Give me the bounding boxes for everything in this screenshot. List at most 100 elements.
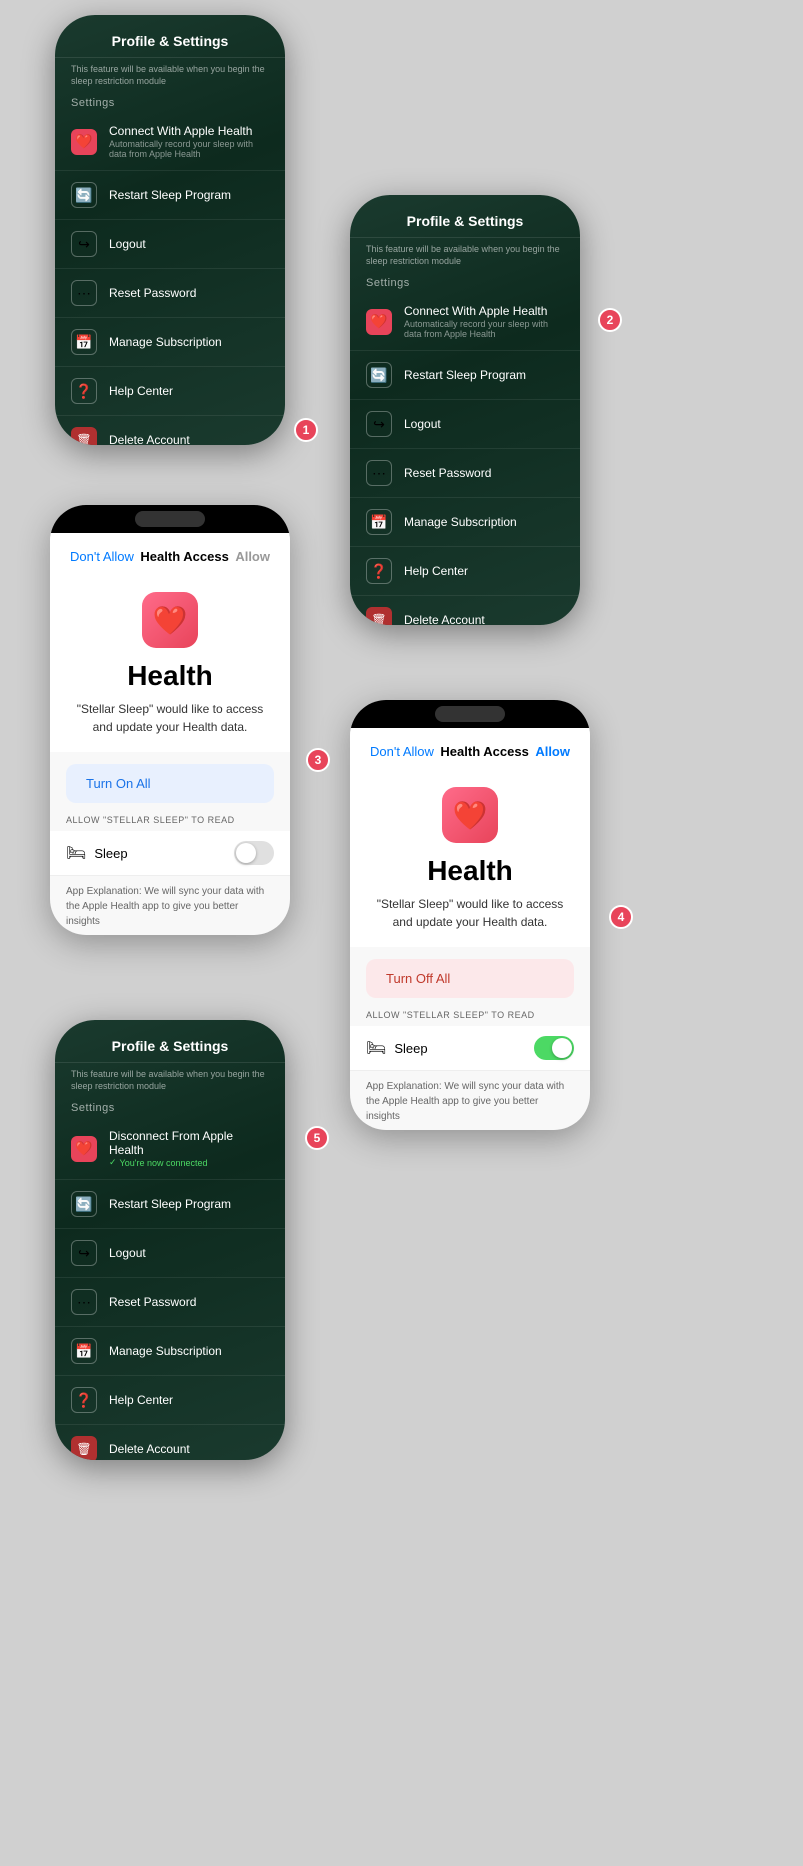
phone1-health-label: Connect With Apple Health <box>109 124 269 138</box>
phone1-health-icon: ❤️ <box>71 129 97 155</box>
modal2-title: Health Access <box>440 744 528 759</box>
phone3-settings-label: Settings <box>55 1092 285 1118</box>
phone2-logout-item[interactable]: ↪ Logout <box>350 400 580 449</box>
phone2-password-item[interactable]: ⋯ Reset Password <box>350 449 580 498</box>
modal1-turn-on-btn[interactable]: Turn On All <box>66 764 274 803</box>
modal1-title: Health Access <box>140 549 228 564</box>
modal2-turn-off-btn[interactable]: Turn Off All <box>366 959 574 998</box>
checkmark-icon: ✓ <box>109 1157 117 1168</box>
modal1-heart-section: ❤️ Health "Stellar Sleep" would like to … <box>50 572 290 752</box>
phone2-hint: This feature will be available when you … <box>350 238 580 267</box>
phone2-settings-label: Settings <box>350 267 580 293</box>
modal1-sleep-label: Sleep <box>94 846 127 861</box>
phone1-health-item[interactable]: ❤️ Connect With Apple Health Automatical… <box>55 113 285 171</box>
phone3-logout-item[interactable]: ↪ Logout <box>55 1229 285 1278</box>
phone3-delete-label: Delete Account <box>109 1442 190 1456</box>
health-modal-2: Don't Allow Health Access Allow ❤️ Healt… <box>350 700 590 1130</box>
phone1-delete-icon: 🗑 <box>71 427 97 445</box>
phone1-password-label: Reset Password <box>109 286 196 300</box>
phone1-health-sub: Automatically record your sleep with dat… <box>109 139 269 159</box>
phone3-delete-icon: 🗑 <box>71 1436 97 1460</box>
phone3-health-label: Disconnect From Apple Health <box>109 1129 269 1157</box>
phone3-logout-icon: ↪ <box>71 1240 97 1266</box>
phone3-password-label: Reset Password <box>109 1295 196 1309</box>
modal2-toggle-left: 🛏 Sleep <box>366 1038 428 1058</box>
phone3-password-icon: ⋯ <box>71 1289 97 1315</box>
modal2-dont-allow[interactable]: Don't Allow <box>370 744 434 759</box>
phone1-logout-icon: ↪ <box>71 231 97 257</box>
sleep-toggle-icon-2: 🛏 <box>366 1038 386 1058</box>
phone2-health-icon: ❤️ <box>366 309 392 335</box>
phone1-restart-label: Restart Sleep Program <box>109 188 231 202</box>
modal2-exp1: App Explanation: We will sync your data … <box>366 1079 574 1124</box>
annotation-circle-4: 4 <box>609 905 633 929</box>
phone2-password-label: Reset Password <box>404 466 491 480</box>
modal1-toggle-knob <box>236 843 256 863</box>
modal1-sleep-toggle-row: 🛏 Sleep <box>50 831 290 876</box>
phone2-restart-item[interactable]: 🔄 Restart Sleep Program <box>350 351 580 400</box>
phone1-logout-item[interactable]: ↪ Logout <box>55 220 285 269</box>
phone2-help-label: Help Center <box>404 564 468 578</box>
phone3-delete-item[interactable]: 🗑 Delete Account <box>55 1425 285 1460</box>
modal2-sleep-label: Sleep <box>394 1041 427 1056</box>
phone3-help-item[interactable]: ❓ Help Center <box>55 1376 285 1425</box>
modal2-heart-section: ❤️ Health "Stellar Sleep" would like to … <box>350 767 590 947</box>
phone3-help-label: Help Center <box>109 1393 173 1407</box>
modal1-dont-allow[interactable]: Don't Allow <box>70 549 134 564</box>
phone1-delete-label: Delete Account <box>109 433 190 445</box>
modal1-explanation: App Explanation: We will sync your data … <box>50 876 290 935</box>
phone1-subscription-item[interactable]: 📅 Manage Subscription <box>55 318 285 367</box>
phone3-connected-badge: ✓ You're now connected <box>109 1157 269 1168</box>
modal1-top-bar: Don't Allow Health Access Allow <box>50 533 290 572</box>
phone2-subscription-label: Manage Subscription <box>404 515 517 529</box>
phone1-restart-icon: 🔄 <box>71 182 97 208</box>
phone1-delete-item[interactable]: 🗑 Delete Account <box>55 416 285 445</box>
modal2-sleep-toggle[interactable] <box>534 1036 574 1060</box>
phone3-health-item[interactable]: ❤️ Disconnect From Apple Health ✓ You're… <box>55 1118 285 1180</box>
phone1-password-item[interactable]: ⋯ Reset Password <box>55 269 285 318</box>
phone3-restart-item[interactable]: 🔄 Restart Sleep Program <box>55 1180 285 1229</box>
phone3-subscription-icon: 📅 <box>71 1338 97 1364</box>
modal2-explanation: App Explanation: We will sync your data … <box>350 1071 590 1130</box>
modal2-subtitle: "Stellar Sleep" would like to access and… <box>350 887 590 931</box>
phone1-subscription-icon: 📅 <box>71 329 97 355</box>
phone2-delete-label: Delete Account <box>404 613 485 625</box>
phone2-health-label: Connect With Apple Health <box>404 304 564 318</box>
modal2-heart-icon: ❤️ <box>442 787 498 843</box>
phone1-title: Profile & Settings <box>55 15 285 58</box>
phone2-delete-icon: 🗑 <box>366 607 392 625</box>
phone3-subscription-item[interactable]: 📅 Manage Subscription <box>55 1327 285 1376</box>
phone1-restart-item[interactable]: 🔄 Restart Sleep Program <box>55 171 285 220</box>
phone2-restart-icon: 🔄 <box>366 362 392 388</box>
modal2-allow[interactable]: Allow <box>535 744 570 759</box>
modal2-toggle-knob <box>552 1038 572 1058</box>
phone2-health-item[interactable]: ❤️ Connect With Apple Health Automatical… <box>350 293 580 351</box>
annotation-circle-2: 2 <box>598 308 622 332</box>
phone3-hint: This feature will be available when you … <box>55 1063 285 1092</box>
modal1-allow[interactable]: Allow <box>235 549 270 564</box>
phone2-help-item[interactable]: ❓ Help Center <box>350 547 580 596</box>
phone3-logout-label: Logout <box>109 1246 146 1260</box>
modal1-exp1: App Explanation: We will sync your data … <box>66 884 274 929</box>
phone3-health-icon: ❤️ <box>71 1136 97 1162</box>
phone2-restart-label: Restart Sleep Program <box>404 368 526 382</box>
modal2-health-title: Health <box>427 855 513 887</box>
phone-frame-2: Profile & Settings This feature will be … <box>350 195 580 625</box>
modal1-health-title: Health <box>127 660 213 692</box>
modal1-section-label: ALLOW "STELLAR SLEEP" TO READ <box>50 815 290 831</box>
modal1-subtitle: "Stellar Sleep" would like to access and… <box>50 692 290 736</box>
phone3-password-item[interactable]: ⋯ Reset Password <box>55 1278 285 1327</box>
phone3-subscription-label: Manage Subscription <box>109 1344 222 1358</box>
phone3-connected-text: You're now connected <box>120 1158 208 1168</box>
modal1-sleep-toggle[interactable] <box>234 841 274 865</box>
phone2-delete-item[interactable]: 🗑 Delete Account <box>350 596 580 625</box>
phone1-subscription-label: Manage Subscription <box>109 335 222 349</box>
phone2-logout-label: Logout <box>404 417 441 431</box>
phone3-title: Profile & Settings <box>55 1020 285 1063</box>
phone1-logout-label: Logout <box>109 237 146 251</box>
phone1-help-item[interactable]: ❓ Help Center <box>55 367 285 416</box>
modal2-top-bar: Don't Allow Health Access Allow <box>350 728 590 767</box>
annotation-circle-5: 5 <box>305 1126 329 1150</box>
phone2-subscription-item[interactable]: 📅 Manage Subscription <box>350 498 580 547</box>
phone-frame-1: Profile & Settings This feature will be … <box>55 15 285 445</box>
